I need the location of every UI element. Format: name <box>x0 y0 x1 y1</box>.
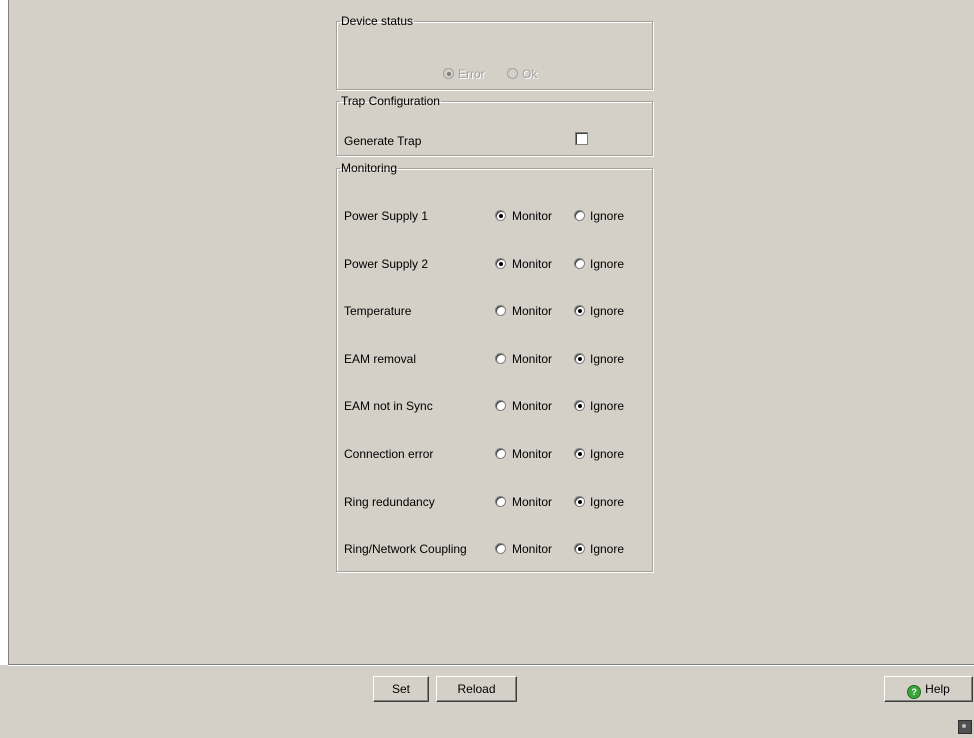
ok-radio[interactable] <box>507 68 518 79</box>
ignore-radio-label: Ignore <box>590 447 625 461</box>
monitor-radio-label: Monitor <box>512 542 553 557</box>
monitoring-row-label: Connection error <box>344 447 434 461</box>
status-indicator-icon <box>958 720 972 734</box>
monitor-radio-label: Monitor <box>512 494 553 509</box>
error-radio[interactable] <box>443 68 454 79</box>
ignore-radio[interactable] <box>574 210 585 221</box>
ignore-radio[interactable] <box>574 257 585 269</box>
trap-configuration-group: Trap Configuration Generate Trap <box>336 94 653 156</box>
ok-radio-label: Ok <box>522 67 538 81</box>
monitoring-row-label: Ring redundancy <box>344 494 435 509</box>
monitor-radio[interactable] <box>495 495 506 507</box>
monitoring-row-label: EAM removal <box>344 351 417 366</box>
ignore-radio-label: Ignore <box>590 494 625 509</box>
error-radio-label: Error <box>458 67 485 81</box>
monitor-radio-label: Monitor <box>512 399 553 414</box>
ignore-radio-label: Ignore <box>590 399 625 414</box>
ignore-radio-label: Ignore <box>590 209 625 223</box>
device-status-legend: Device status <box>341 14 414 28</box>
generate-trap-checkbox[interactable] <box>575 132 588 145</box>
monitor-radio[interactable] <box>495 352 506 364</box>
help-button-label: Help <box>925 682 950 696</box>
monitor-radio-label: Monitor <box>512 447 553 461</box>
ignore-radio-label: Ignore <box>590 351 625 366</box>
button-bar-separator <box>8 664 974 666</box>
ignore-radio-label: Ignore <box>590 542 625 557</box>
generate-trap-label: Generate Trap <box>344 134 422 148</box>
monitor-radio-label: Monitor <box>512 304 553 319</box>
device-status-group: Device status Error Ok <box>336 14 653 90</box>
ignore-radio-label: Ignore <box>590 256 625 271</box>
monitor-radio[interactable] <box>495 448 506 459</box>
monitoring-row-label: Temperature <box>344 304 412 319</box>
monitor-radio[interactable] <box>495 400 506 412</box>
left-border <box>0 0 9 665</box>
monitoring-group: Monitoring Power Supply 1 Monitor Ignore Po… <box>336 161 653 572</box>
ignore-radio-label: Ignore <box>590 304 625 319</box>
monitoring-row-label: Ring/Network Coupling <box>344 542 467 557</box>
reload-button[interactable]: Reload <box>436 676 517 702</box>
monitor-radio[interactable] <box>495 257 506 269</box>
monitor-radio[interactable] <box>495 543 506 555</box>
ignore-radio[interactable] <box>574 400 585 412</box>
monitor-radio[interactable] <box>495 305 506 317</box>
monitor-radio-label: Monitor <box>512 351 553 366</box>
ignore-radio[interactable] <box>574 352 585 364</box>
help-button[interactable]: ? Help <box>884 676 973 702</box>
monitor-radio-label: Monitor <box>512 256 553 271</box>
ignore-radio[interactable] <box>574 495 585 507</box>
trap-configuration-legend: Trap Configuration <box>341 94 440 108</box>
monitoring-row-label: EAM not in Sync <box>344 399 433 414</box>
monitor-radio-label: Monitor <box>512 209 553 223</box>
monitoring-row-label: Power Supply 1 <box>344 209 429 223</box>
monitor-radio[interactable] <box>495 210 506 221</box>
monitoring-legend: Monitoring <box>341 161 398 175</box>
help-icon: ? <box>907 685 922 699</box>
ignore-radio[interactable] <box>574 305 585 317</box>
monitoring-row-label: Power Supply 2 <box>344 256 429 271</box>
ignore-radio[interactable] <box>574 543 585 555</box>
set-button[interactable]: Set <box>373 676 429 702</box>
ignore-radio[interactable] <box>574 448 585 459</box>
